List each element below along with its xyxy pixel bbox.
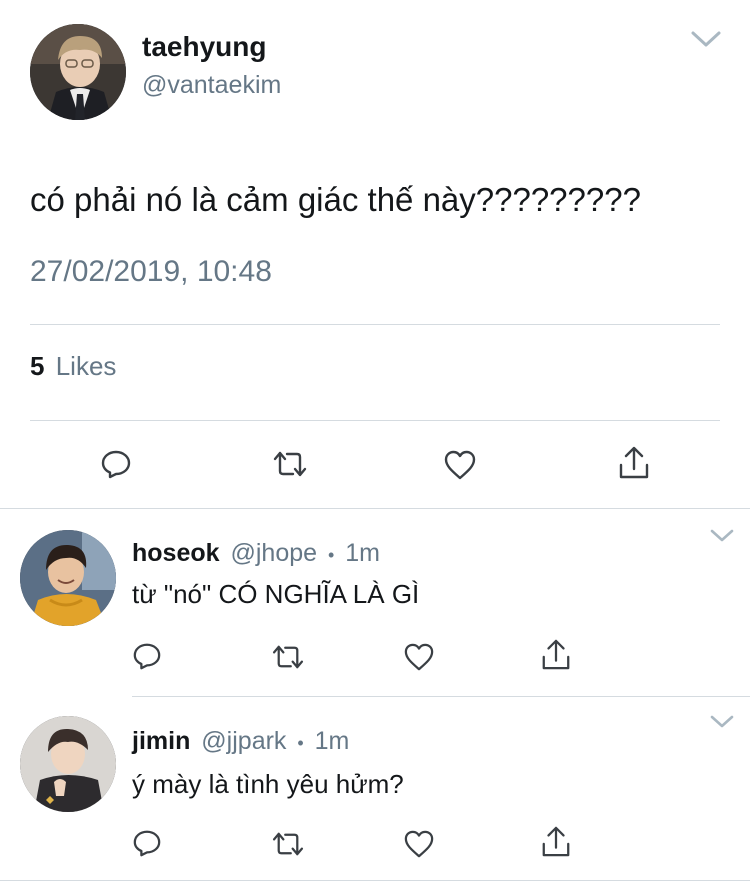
divider [0, 880, 750, 881]
reply-handle[interactable]: @jhope [230, 539, 317, 567]
avatar-image [20, 716, 116, 812]
main-tweet-text: có phải nó là cảm giác thế này????????? [30, 181, 641, 218]
reply-header: hoseok @jhope • 1m [132, 538, 380, 570]
divider [0, 508, 750, 509]
separator-dot: • [328, 545, 335, 565]
chevron-down-icon[interactable] [709, 528, 735, 544]
avatar-image [20, 530, 116, 626]
reply-icon[interactable] [132, 828, 162, 858]
main-display-name[interactable]: taehyung [142, 30, 266, 64]
like-icon[interactable] [403, 642, 435, 672]
avatar-image [30, 24, 126, 120]
reply-handle[interactable]: @jjpark [201, 727, 286, 755]
avatar-jimin[interactable] [20, 716, 116, 812]
reply-icon[interactable] [132, 641, 162, 671]
separator-dot: • [297, 733, 304, 753]
avatar-hoseok[interactable] [20, 530, 116, 626]
tweet-detail-screen: taehyung @vantaekim có phải nó là cảm gi… [0, 0, 750, 885]
like-icon[interactable] [403, 829, 435, 859]
divider [30, 420, 720, 421]
reply-icon[interactable] [100, 448, 132, 480]
likes-count: 5 [30, 351, 45, 381]
retweet-icon[interactable] [270, 644, 306, 670]
likes-label: Likes [55, 351, 117, 381]
share-icon[interactable] [617, 445, 651, 481]
reply-time[interactable]: 1m [315, 727, 350, 755]
like-icon[interactable] [443, 449, 477, 481]
chevron-down-icon[interactable] [709, 714, 735, 730]
share-icon[interactable] [540, 638, 572, 672]
reply-display-name[interactable]: hoseok [132, 539, 220, 567]
share-icon[interactable] [540, 825, 572, 859]
divider [30, 324, 720, 325]
main-tweet-timestamp: 27/02/2019, 10:48 [30, 255, 272, 288]
retweet-icon[interactable] [271, 450, 309, 478]
main-handle[interactable]: @vantaekim [142, 70, 281, 100]
reply-display-name[interactable]: jimin [132, 727, 190, 755]
reply-header: jimin @jjpark • 1m [132, 726, 349, 758]
avatar-taehyung[interactable] [30, 24, 126, 120]
reply-time[interactable]: 1m [345, 539, 380, 567]
reply-text: từ "nó" CÓ NGHĨA LÀ GÌ [132, 579, 420, 609]
likes-count-row[interactable]: 5 Likes [30, 350, 116, 382]
chevron-down-icon[interactable] [690, 30, 722, 50]
retweet-icon[interactable] [270, 831, 306, 857]
reply-text: ý mày là tình yêu hửm? [132, 769, 404, 799]
divider [132, 696, 750, 697]
